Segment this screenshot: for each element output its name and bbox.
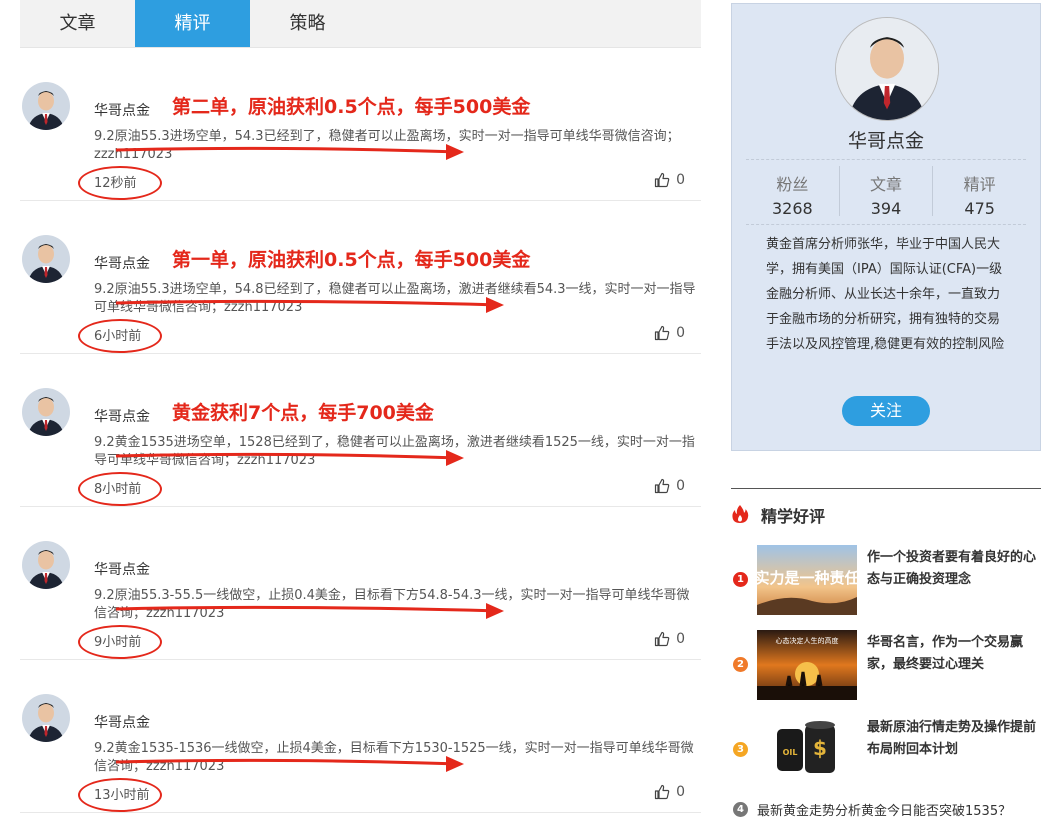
like-count: 0	[676, 784, 685, 800]
stat-label: 精评	[963, 175, 996, 194]
recommend-title-link[interactable]: 最新原油行情走势及操作提前布局附回本计划	[867, 717, 1039, 761]
feed-item: 华哥点金 黄金获利7个点，每手700美金 9.2黄金1535进场空单，1528已…	[20, 354, 701, 507]
recommend-thumbnail[interactable]: 实力是一种责任	[757, 545, 857, 615]
like-count: 0	[676, 172, 685, 188]
feed-list: 华哥点金 第二单，原油获利0.5个点，每手500美金 9.2原油55.3进场空单…	[20, 48, 701, 813]
stat-label: 粉丝	[776, 175, 809, 194]
recommend-thumbnail[interactable]: 心态决定人生的高度	[757, 630, 857, 700]
profile-card: 华哥点金 粉丝 3268 文章 394 精评 475 黄金首席分析师张华，毕业于…	[731, 3, 1041, 451]
rank-badge: 1	[733, 572, 748, 587]
thumbnail-caption: 心态决定人生的高度	[776, 636, 839, 645]
recommend-item[interactable]: 3 $ OIL 最新原油行情走势及操作提前布局附回本计划	[731, 715, 1041, 787]
like-button[interactable]: 0	[654, 325, 685, 341]
thumbnail-caption: 实力是一种责任	[757, 569, 857, 587]
post-text[interactable]: 9.2原油55.3-55.5一线做空，止损0.4美金，目标看下方54.8-54.…	[94, 587, 700, 623]
post-time: 6小时前	[94, 329, 142, 344]
stat-fans[interactable]: 粉丝 3268	[746, 166, 840, 218]
post-time: 12秒前	[94, 176, 137, 191]
feed-item: 华哥点金 第二单，原油获利0.5个点，每手500美金 9.2原油55.3进场空单…	[20, 48, 701, 201]
flame-icon	[732, 505, 749, 523]
like-button[interactable]: 0	[654, 784, 685, 800]
stat-label: 文章	[870, 175, 903, 194]
post-text[interactable]: 9.2原油55.3进场空单，54.3已经到了，稳健者可以止盈离场，实时一对一指导…	[94, 128, 700, 164]
stat-value: 394	[870, 199, 902, 218]
post-headline[interactable]: 第一单，原油获利0.5个点，每手500美金	[172, 245, 530, 272]
post-text[interactable]: 9.2原油55.3进场空单，54.8已经到了，稳健者可以止盈离场，激进者继续看5…	[94, 281, 700, 317]
profile-bio: 黄金首席分析师张华，毕业于中国人民大学，拥有美国（IPA）国际认证(CFA)一级…	[766, 237, 1005, 352]
profile-stats: 粉丝 3268 文章 394 精评 475	[746, 166, 1026, 218]
main-column: 文章 精评 策略 华哥点金 第二单，原油获利0.5个点，每手500美金 9.2原…	[20, 0, 701, 813]
thumbs-up-icon	[654, 784, 670, 800]
stat-value: 475	[964, 199, 995, 218]
author-avatar[interactable]	[22, 694, 70, 742]
thumbs-up-icon	[654, 478, 670, 494]
like-count: 0	[676, 631, 685, 647]
post-time: 13小时前	[94, 788, 150, 803]
like-button[interactable]: 0	[654, 172, 685, 188]
recommend-title: 精学好评	[761, 507, 826, 526]
thumbs-up-icon	[654, 325, 670, 341]
recommend-title-link[interactable]: 作一个投资者要有着良好的心态与正确投资理念	[867, 547, 1039, 591]
post-text[interactable]: 9.2黄金1535-1536一线做空，止损4美金，目标看下方1530-1525一…	[94, 740, 700, 776]
thumbs-up-icon	[654, 172, 670, 188]
post-time: 9小时前	[94, 635, 142, 650]
feed-item: 华哥点金 9.2黄金1535-1536一线做空，止损4美金，目标看下方1530-…	[20, 660, 701, 813]
recommend-title-link[interactable]: 华哥名言，作为一个交易赢家，最终要过心理关	[867, 632, 1039, 676]
like-button[interactable]: 0	[654, 631, 685, 647]
author-avatar[interactable]	[22, 541, 70, 589]
divider	[746, 159, 1026, 160]
stat-reviews[interactable]: 精评 475	[933, 166, 1026, 218]
follow-button[interactable]: 关注	[842, 396, 930, 426]
like-count: 0	[676, 325, 685, 341]
feed-item: 华哥点金 第一单，原油获利0.5个点，每手500美金 9.2原油55.3进场空单…	[20, 201, 701, 354]
like-button[interactable]: 0	[654, 478, 685, 494]
author-name[interactable]: 华哥点金	[94, 100, 150, 120]
post-text[interactable]: 9.2黄金1535进场空单，1528已经到了，稳健者可以止盈离场，激进者继续看1…	[94, 434, 700, 470]
post-headline[interactable]: 第二单，原油获利0.5个点，每手500美金	[172, 92, 530, 119]
author-avatar[interactable]	[22, 388, 70, 436]
divider	[746, 224, 1026, 225]
tab-articles[interactable]: 文章	[20, 0, 135, 47]
author-name[interactable]: 华哥点金	[94, 559, 150, 579]
divider	[731, 488, 1041, 489]
rank-badge: 4	[733, 802, 748, 817]
stat-articles[interactable]: 文章 394	[840, 166, 934, 218]
post-headline[interactable]: 黄金获利7个点，每手700美金	[172, 398, 434, 425]
profile-avatar[interactable]	[835, 17, 939, 121]
recommend-item[interactable]: 2 心态决定人生的高度 华哥名言，作为一个交易赢家，最终要过心理关	[731, 630, 1041, 702]
tab-bar: 文章 精评 策略	[20, 0, 701, 48]
rank-badge: 3	[733, 742, 748, 757]
thumbnail-caption: OIL	[783, 748, 798, 757]
feed-item: 华哥点金 9.2原油55.3-55.5一线做空，止损0.4美金，目标看下方54.…	[20, 507, 701, 660]
author-name[interactable]: 华哥点金	[94, 712, 150, 732]
recommend-thumbnail[interactable]: $ OIL	[757, 715, 857, 785]
tab-reviews[interactable]: 精评	[135, 0, 250, 47]
recommend-title-link[interactable]: 最新黄金走势分析黄金今日能否突破1535？	[757, 800, 1011, 819]
recommend-item[interactable]: 1 实力是一种责任 作一个投资者要有着良好的心态与正确投资理念	[731, 545, 1041, 617]
author-name[interactable]: 华哥点金	[94, 253, 150, 273]
profile-name[interactable]: 华哥点金	[732, 126, 1040, 153]
like-count: 0	[676, 478, 685, 494]
stat-value: 3268	[771, 199, 813, 218]
svg-text:$: $	[813, 736, 827, 760]
author-name[interactable]: 华哥点金	[94, 406, 150, 426]
author-avatar[interactable]	[22, 82, 70, 130]
author-avatar[interactable]	[22, 235, 70, 283]
rank-badge: 2	[733, 657, 748, 672]
thumbs-up-icon	[654, 631, 670, 647]
tab-strategy[interactable]: 策略	[250, 0, 365, 47]
post-time: 8小时前	[94, 482, 142, 497]
